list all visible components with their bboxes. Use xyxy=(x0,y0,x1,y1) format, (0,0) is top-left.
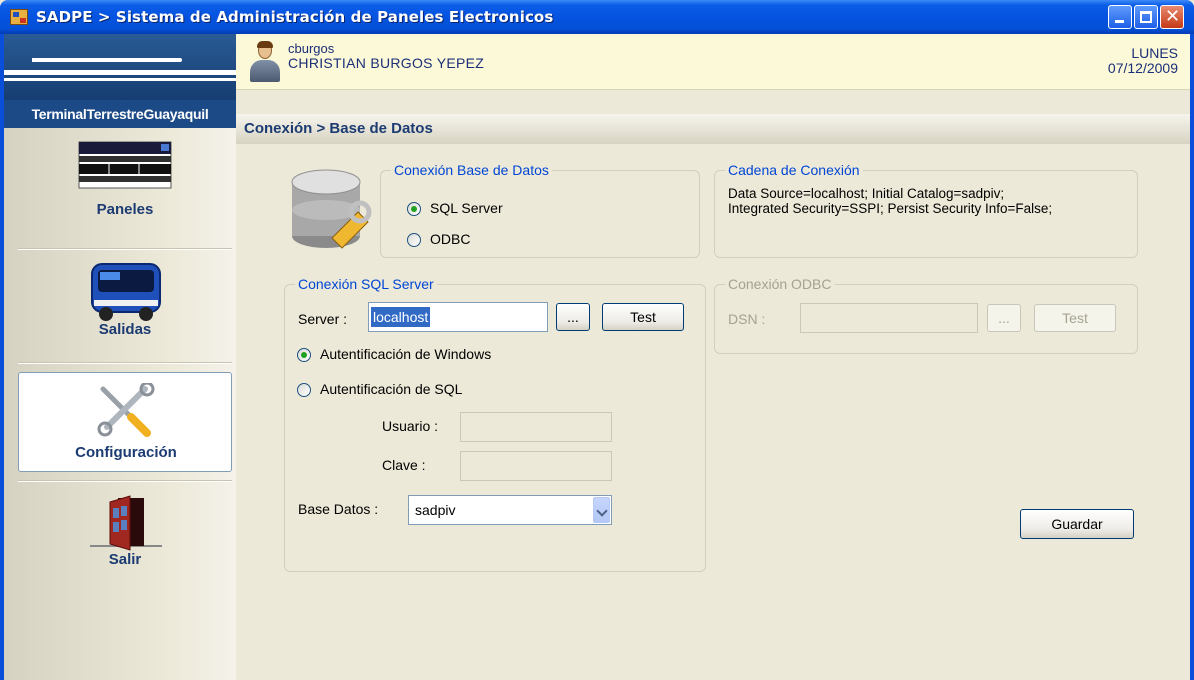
terminal-logo xyxy=(4,34,236,100)
windows-auth-label: Autentificación de Windows xyxy=(320,346,492,362)
sidebar-item-paneles[interactable]: Paneles xyxy=(18,128,232,228)
sidebar-item-salir[interactable]: Salir xyxy=(18,484,232,584)
sidebar-item-label: Configuración xyxy=(75,444,177,461)
breadcrumb: Conexión > Base de Datos xyxy=(236,114,1190,144)
connection-string-line2: Integrated Security=SSPI; Persist Securi… xyxy=(728,201,1053,216)
odbc-label: ODBC xyxy=(430,231,471,247)
avatar xyxy=(250,41,280,82)
server-value: localhost xyxy=(371,307,431,327)
db-connection-group: Conexión Base de Datos xyxy=(380,162,700,258)
sql-server-legend: Conexión SQL Server xyxy=(295,276,437,292)
password-input[interactable] xyxy=(460,451,612,481)
db-connection-legend: Conexión Base de Datos xyxy=(391,162,552,178)
save-button[interactable]: Guardar xyxy=(1020,509,1134,539)
odbc-test-button[interactable]: Test xyxy=(1034,304,1116,332)
sql-server-label: SQL Server xyxy=(430,200,503,216)
logo-text: TerminalTerrestreGuayaquil xyxy=(4,100,236,128)
window-title: SADPE > Sistema de Administración de Pan… xyxy=(36,8,554,26)
server-input[interactable]: localhost xyxy=(368,302,548,332)
client-area: TerminalTerrestreGuayaquil Paneles Salid… xyxy=(4,34,1190,680)
windows-auth-radio[interactable] xyxy=(297,348,311,362)
tools-icon xyxy=(97,383,155,437)
database-select[interactable]: sadpiv xyxy=(408,495,612,525)
odbc-radio[interactable] xyxy=(407,233,421,247)
sql-auth-radio[interactable] xyxy=(297,383,311,397)
user-input[interactable] xyxy=(460,412,612,442)
database-icon xyxy=(291,169,372,249)
dsn-label: DSN : xyxy=(728,311,766,327)
sidebar-item-salidas[interactable]: Salidas xyxy=(18,256,232,356)
divider xyxy=(18,480,232,482)
close-button[interactable]: ✕ xyxy=(1160,5,1184,29)
username: cburgos xyxy=(288,41,335,56)
date-label: 07/12/2009 xyxy=(1107,60,1178,76)
server-label: Server : xyxy=(298,311,348,327)
maximize-icon xyxy=(1140,11,1152,23)
user-fullname: CHRISTIAN BURGOS YEPEZ xyxy=(288,55,485,71)
user-label: Usuario : xyxy=(382,418,439,434)
database-value: sadpiv xyxy=(415,502,456,518)
chevron-down-icon[interactable] xyxy=(593,497,610,523)
connection-string-legend: Cadena de Conexión xyxy=(725,162,863,178)
connection-string-line1: Data Source=localhost; Initial Catalog=s… xyxy=(728,186,1005,201)
day-label: LUNES xyxy=(1131,45,1178,61)
sidebar-item-label: Salir xyxy=(108,551,142,568)
password-label: Clave : xyxy=(382,457,426,473)
sql-auth-label: Autentificación de SQL xyxy=(320,381,463,397)
odbc-legend: Conexión ODBC xyxy=(725,276,835,292)
sidebar: Paneles Salidas Configuración Salir xyxy=(4,128,236,680)
maximize-button[interactable] xyxy=(1134,5,1158,29)
main-window: SADPE > Sistema de Administración de Pan… xyxy=(0,0,1194,680)
close-icon: ✕ xyxy=(1165,6,1181,27)
title-bar[interactable]: SADPE > Sistema de Administración de Pan… xyxy=(0,0,1194,34)
bus-icon xyxy=(91,263,161,321)
sql-test-button[interactable]: Test xyxy=(602,303,684,331)
minimize-button[interactable] xyxy=(1108,5,1132,29)
panel-board-icon xyxy=(78,141,172,189)
sql-server-radio[interactable] xyxy=(407,202,421,216)
minimize-icon xyxy=(1115,20,1124,23)
dsn-browse-button[interactable]: ... xyxy=(987,304,1021,332)
door-exit-icon xyxy=(90,495,162,551)
database-label: Base Datos : xyxy=(298,501,379,517)
app-icon xyxy=(10,9,28,25)
server-browse-button[interactable]: ... xyxy=(556,303,590,331)
sidebar-item-label: Salidas xyxy=(98,321,152,338)
user-header: cburgos CHRISTIAN BURGOS YEPEZ LUNES 07/… xyxy=(236,34,1190,90)
divider xyxy=(18,362,232,364)
dsn-input[interactable] xyxy=(800,303,978,333)
sidebar-item-label: Paneles xyxy=(96,201,154,218)
divider xyxy=(18,248,232,250)
sidebar-item-configuracion[interactable]: Configuración xyxy=(18,372,232,472)
